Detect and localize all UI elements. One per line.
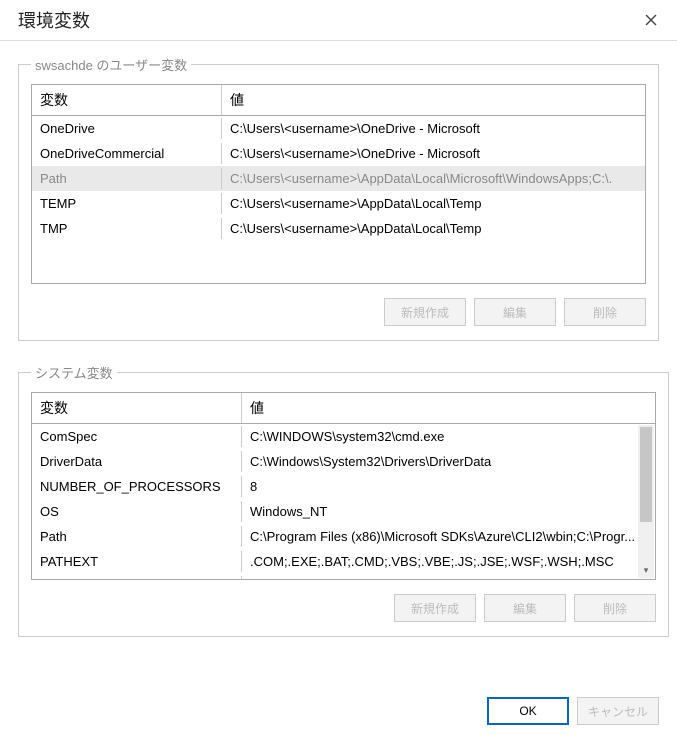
cancel-button[interactable]: キャンセル — [577, 697, 659, 725]
var-value-cell: C:\Users\<username>\AppData\Local\Temp — [222, 218, 645, 239]
user-vars-buttons: 新規作成 編集 削除 — [31, 298, 646, 326]
scroll-down-icon[interactable]: ▾ — [638, 562, 654, 578]
var-name-cell: OneDriveCommercial — [32, 143, 222, 164]
var-value-cell: C:\Users\<username>\OneDrive - Microsoft — [222, 118, 645, 139]
var-name-cell: TMP — [32, 218, 222, 239]
table-row[interactable]: OSWindows_NT — [32, 499, 655, 524]
system-vars-header: 変数 値 — [32, 393, 655, 424]
content-area: swsachde のユーザー変数 変数 値 OneDriveC:\Users\<… — [0, 49, 677, 669]
var-name-cell: PATHEXT — [32, 551, 242, 572]
user-vars-header: 変数 値 — [32, 85, 645, 116]
system-vars-group: システム変数 変数 値 ComSpecC:\WINDOWS\system32\c… — [18, 363, 669, 637]
system-vars-buttons: 新規作成 編集 削除 — [31, 594, 656, 622]
scrollbar[interactable]: ▾ — [638, 425, 654, 578]
column-header-value[interactable]: 値 — [242, 393, 655, 423]
env-vars-dialog: 環境変数 swsachde のユーザー変数 変数 値 OneDriveC:\Us… — [0, 0, 677, 741]
var-value-cell: .COM;.EXE;.BAT;.CMD;.VBS;.VBE;.JS;.JSE;.… — [242, 551, 655, 572]
var-value-cell: MSI:Windows 10 Enterprise — [242, 576, 655, 579]
table-row[interactable]: PathC:\Program Files (x86)\Microsoft SDK… — [32, 524, 655, 549]
var-value-cell: C:\Users\<username>\AppData\Local\Micros… — [222, 168, 645, 189]
user-vars-group: swsachde のユーザー変数 変数 値 OneDriveC:\Users\<… — [18, 55, 659, 341]
titlebar: 環境変数 — [0, 0, 677, 40]
column-header-name[interactable]: 変数 — [32, 393, 242, 423]
close-icon — [645, 14, 657, 26]
var-name-cell: Path — [32, 168, 222, 189]
var-name-cell: Path — [32, 526, 242, 547]
ok-button[interactable]: OK — [487, 697, 569, 725]
scrollbar-thumb[interactable] — [640, 427, 652, 522]
user-vars-body: OneDriveC:\Users\<username>\OneDrive - M… — [32, 116, 645, 241]
user-delete-button[interactable]: 削除 — [564, 298, 646, 326]
divider — [0, 40, 677, 41]
table-row[interactable]: OneDriveC:\Users\<username>\OneDrive - M… — [32, 116, 645, 141]
table-row[interactable]: DriverDataC:\Windows\System32\Drivers\Dr… — [32, 449, 655, 474]
user-vars-table[interactable]: 変数 値 OneDriveC:\Users\<username>\OneDriv… — [31, 84, 646, 284]
var-value-cell: C:\Users\<username>\AppData\Local\Temp — [222, 193, 645, 214]
var-name-cell: NUMBER_OF_PROCESSORS — [32, 476, 242, 497]
system-vars-legend: システム変数 — [31, 363, 117, 382]
table-row[interactable]: POWERSHELL_DISTRIBUTIO...MSI:Windows 10 … — [32, 574, 655, 579]
system-delete-button[interactable]: 削除 — [574, 594, 656, 622]
column-header-name[interactable]: 変数 — [32, 85, 222, 115]
table-row[interactable]: NUMBER_OF_PROCESSORS8 — [32, 474, 655, 499]
table-row[interactable]: ComSpecC:\WINDOWS\system32\cmd.exe — [32, 424, 655, 449]
var-name-cell: DriverData — [32, 451, 242, 472]
system-new-button[interactable]: 新規作成 — [394, 594, 476, 622]
table-row[interactable]: PathC:\Users\<username>\AppData\Local\Mi… — [32, 166, 645, 191]
var-name-cell: OS — [32, 501, 242, 522]
system-vars-body: ComSpecC:\WINDOWS\system32\cmd.exeDriver… — [32, 424, 655, 579]
var-value-cell: 8 — [242, 476, 655, 497]
user-edit-button[interactable]: 編集 — [474, 298, 556, 326]
var-value-cell: Windows_NT — [242, 501, 655, 522]
system-edit-button[interactable]: 編集 — [484, 594, 566, 622]
var-value-cell: C:\Windows\System32\Drivers\DriverData — [242, 451, 655, 472]
var-value-cell: C:\WINDOWS\system32\cmd.exe — [242, 426, 655, 447]
var-value-cell: C:\Program Files (x86)\Microsoft SDKs\Az… — [242, 526, 655, 547]
var-name-cell: TEMP — [32, 193, 222, 214]
var-name-cell: POWERSHELL_DISTRIBUTIO... — [32, 576, 242, 579]
var-value-cell: C:\Users\<username>\OneDrive - Microsoft — [222, 143, 645, 164]
column-header-value[interactable]: 値 — [222, 85, 645, 115]
dialog-footer: OK キャンセル — [487, 697, 659, 725]
table-row[interactable]: PATHEXT.COM;.EXE;.BAT;.CMD;.VBS;.VBE;.JS… — [32, 549, 655, 574]
user-new-button[interactable]: 新規作成 — [384, 298, 466, 326]
table-row[interactable]: OneDriveCommercialC:\Users\<username>\On… — [32, 141, 645, 166]
close-button[interactable] — [637, 6, 665, 34]
var-name-cell: ComSpec — [32, 426, 242, 447]
user-vars-legend: swsachde のユーザー変数 — [31, 55, 191, 74]
table-row[interactable]: TEMPC:\Users\<username>\AppData\Local\Te… — [32, 191, 645, 216]
system-vars-table[interactable]: 変数 値 ComSpecC:\WINDOWS\system32\cmd.exeD… — [31, 392, 656, 580]
dialog-title: 環境変数 — [18, 7, 90, 33]
var-name-cell: OneDrive — [32, 118, 222, 139]
table-row[interactable]: TMPC:\Users\<username>\AppData\Local\Tem… — [32, 216, 645, 241]
